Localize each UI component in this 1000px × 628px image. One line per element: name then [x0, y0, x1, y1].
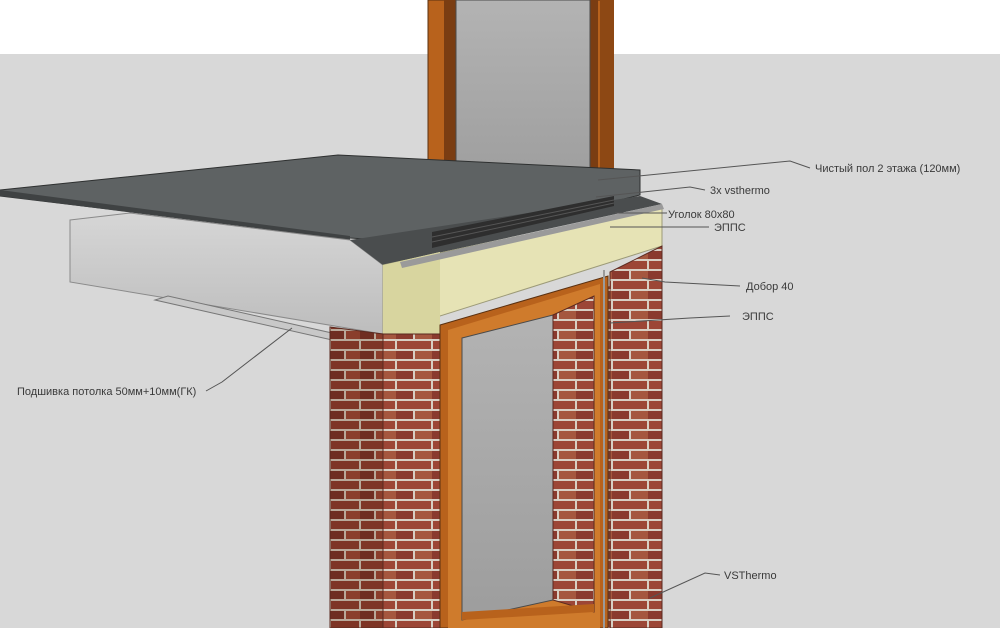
- label-vsthermo: VSThermo: [724, 570, 777, 582]
- brick-pier-left: [329, 326, 441, 628]
- label-ceiling-lining: Подшивка потолка 50мм+10мм(ГК): [17, 386, 196, 398]
- label-epps-side: ЭППС: [742, 311, 774, 323]
- label-floor: Чистый пол 2 этажа (120мм): [815, 163, 960, 175]
- label-3x-vsthermo: 3x vsthermo: [710, 185, 770, 197]
- lower-window: [439, 270, 609, 628]
- label-steel-angle: Уголок 80х80: [668, 209, 735, 221]
- construction-detail-drawing: Чистый пол 2 этажа (120мм) 3x vsthermo У…: [0, 0, 1000, 628]
- label-epps-top: ЭППС: [714, 222, 746, 234]
- label-dobor: Добор 40: [746, 281, 794, 293]
